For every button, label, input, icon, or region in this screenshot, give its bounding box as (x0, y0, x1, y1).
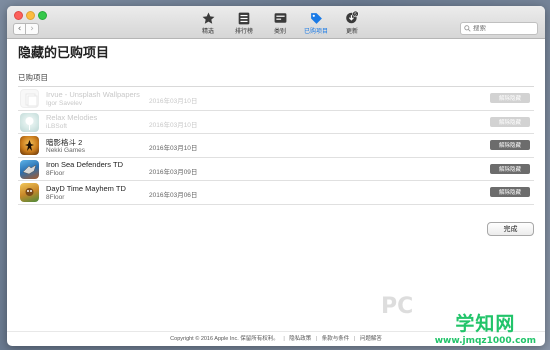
watermark-brand: 学知网 (455, 313, 516, 335)
unhide-button[interactable]: 解除隐藏 (490, 140, 530, 151)
unhide-button[interactable]: 解除隐藏 (490, 116, 530, 127)
tab-featured[interactable]: 精选 (193, 11, 223, 35)
list-item: 暗影格斗 2 Nekki Games 2016年03月10日 解除隐藏 (18, 134, 534, 158)
tab-featured-label: 精选 (201, 29, 214, 35)
section-label: 已购项目 (18, 73, 48, 82)
watermark-ghost: PC (381, 294, 414, 319)
app-name: Relax Melodies (46, 113, 98, 123)
app-date: 2016年03月10日 (149, 121, 198, 129)
tab-updates[interactable]: 5 更新 (337, 11, 367, 35)
list-item: Iron Sea Defenders TD 8Floor 2016年03月09日… (18, 158, 534, 182)
chevron-right-icon: › (30, 24, 34, 34)
tab-top-charts[interactable]: 排行榜 (229, 11, 259, 35)
update-icon: 5 (345, 11, 359, 25)
hidden-purchases-list: Irvue - Unsplash Wallpapers Igor Savelev… (18, 86, 534, 205)
footer-link-privacy[interactable]: 隐私政策 (289, 336, 311, 342)
forward-button[interactable]: › (26, 23, 39, 35)
app-name: DayD Time Mayhem TD (46, 183, 126, 193)
footer-link-faq[interactable]: 问题解答 (360, 336, 382, 342)
unhide-button[interactable]: 解除隐藏 (490, 163, 530, 174)
back-button[interactable]: ‹ (13, 23, 26, 35)
list-item: Irvue - Unsplash Wallpapers Igor Savelev… (18, 87, 534, 111)
unhide-button[interactable]: 解除隐藏 (490, 187, 530, 198)
app-icon-shadow-fight (20, 136, 39, 156)
box-icon (273, 11, 287, 25)
tab-purchased[interactable]: 已购项目 (301, 11, 331, 35)
app-date: 2016年03月09日 (149, 168, 198, 176)
app-store-window: ‹ › 精选 排行榜 类别 已购项目 5 更新 搜索 隐藏的已购项目 已购项目 … (7, 6, 545, 346)
close-window-button[interactable] (14, 11, 23, 20)
app-developer: 8Floor (46, 170, 65, 178)
page-title: 隐藏的已购项目 (18, 45, 110, 60)
footer-copyright: Copyright © 2016 Apple Inc. 保留所有权利。 (170, 336, 279, 342)
app-date: 2016年03月06日 (149, 192, 198, 200)
app-icon-iron-sea (20, 159, 39, 179)
search-icon (464, 25, 471, 32)
tab-updates-label: 更新 (345, 29, 358, 35)
minimize-window-button[interactable] (26, 11, 35, 20)
tab-purchased-label: 已购项目 (303, 29, 328, 35)
unhide-button[interactable]: 解除隐藏 (490, 93, 530, 103)
app-name: Iron Sea Defenders TD (46, 160, 123, 170)
titlebar: ‹ › 精选 排行榜 类别 已购项目 5 更新 搜索 (7, 6, 545, 39)
watermark: 学知网 www.jmqz1000.com (435, 309, 536, 346)
tab-categories[interactable]: 类别 (265, 11, 295, 35)
footer-link-terms[interactable]: 条款与条件 (322, 336, 350, 342)
chevron-left-icon: ‹ (17, 24, 22, 34)
app-icon-irvue (20, 89, 39, 108)
app-developer: iLBSoft (46, 123, 67, 131)
list-item: DayD Time Mayhem TD 8Floor 2016年03月06日 解… (18, 181, 534, 205)
search-field[interactable] (460, 22, 538, 35)
tag-icon (309, 11, 323, 25)
app-icon-relax-melodies (20, 112, 39, 132)
star-icon (201, 11, 215, 25)
app-date: 2016年03月10日 (149, 145, 198, 153)
list-item: Relax Melodies iLBSoft 2016年03月10日 解除隐藏 (18, 111, 534, 135)
app-developer: Igor Savelev (46, 99, 83, 107)
watermark-url: www.jmqz1000.com (434, 336, 536, 346)
done-button[interactable]: 完成 (487, 222, 534, 236)
list-icon (237, 11, 251, 25)
footer-separator: | (283, 336, 285, 342)
maximize-window-button[interactable] (38, 11, 47, 20)
tab-top-charts-label: 排行榜 (234, 29, 253, 35)
app-developer: Nekki Games (46, 146, 86, 154)
nav-buttons: ‹ › (13, 23, 39, 35)
footer-separator: | (353, 336, 356, 342)
tab-categories-label: 类别 (273, 29, 286, 35)
app-icon-dayd (20, 183, 39, 203)
toolbar: 精选 排行榜 类别 已购项目 5 更新 (193, 11, 367, 35)
search-input[interactable] (473, 25, 533, 32)
app-name: Irvue - Unsplash Wallpapers (46, 89, 140, 99)
app-developer: 8Floor (46, 193, 65, 201)
app-date: 2016年03月10日 (149, 98, 198, 105)
footer-separator: | (315, 336, 318, 342)
